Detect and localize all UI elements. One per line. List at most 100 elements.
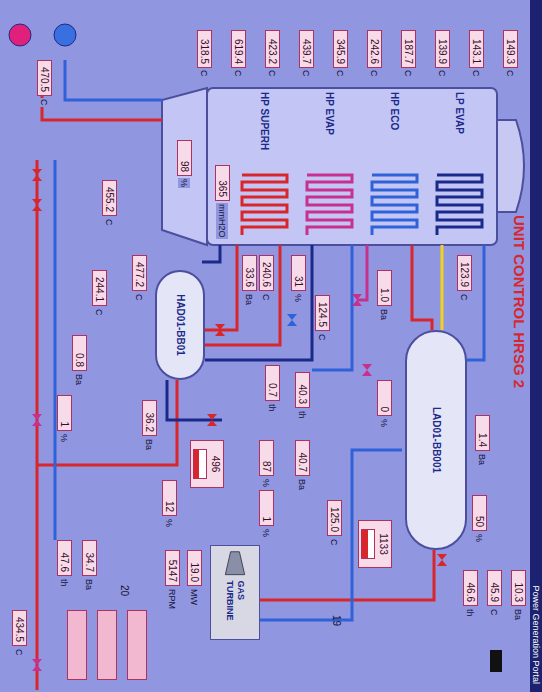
reading-value: 98 [177,140,192,176]
valve-icon[interactable] [352,294,362,306]
pipe [54,160,57,540]
header-app: Power Generation Portal [530,585,542,684]
reading: 47.6th [57,540,72,588]
valve-icon[interactable] [287,314,297,326]
reading-value: 124.5 [315,295,330,331]
reading-value: 46.6 [463,570,478,606]
gas-temp: 619.4C [231,30,246,77]
pipe [42,60,162,120]
reading-value: 455.2 [102,180,117,216]
reading: 477.2C [132,255,147,302]
valve-icon[interactable] [215,324,225,336]
reading-unit: % [59,433,71,443]
reading-unit: C [39,98,51,107]
reading-unit: % [379,418,391,428]
valve-icon[interactable] [32,199,42,211]
reading-value: 10.3 [511,570,526,606]
reading: 470.5 C [37,60,52,107]
valve-icon[interactable] [32,414,42,426]
reading-value: 434.5 [12,610,27,646]
reading: 36.2Ba [142,400,157,451]
valve-icon[interactable] [32,659,42,671]
pipe [65,60,162,100]
reading-unit: th [267,403,279,413]
valve-icon[interactable] [437,554,447,566]
pipe [260,450,402,620]
reading-value: 365 [215,165,230,201]
pipe [412,245,432,330]
reading-value: 87 [259,440,274,476]
reading-value: 5147 [165,550,180,586]
reading: 123.9 C [457,255,472,302]
reading-unit: % [474,533,486,543]
pipe [441,245,444,330]
reading-unit: Ba [379,308,391,321]
reading: 365 mmH2O [215,165,230,239]
reading-value: 31 [291,255,306,291]
reading-value: 0.7 [265,365,280,401]
reading: 1% [57,395,72,443]
duct [207,88,497,245]
reading-unit: C [317,333,329,342]
gas-temp: 139.9C [435,30,450,77]
reading: 0% [377,380,392,428]
reading-unit: C [329,538,341,547]
reading-unit: % [164,518,176,528]
reading-value: 244.1 [92,270,107,306]
valve-icon[interactable] [32,169,42,181]
reading-value: 45.9 [487,570,502,606]
reading-unit: % [179,178,191,188]
reading: 1.0 Ba [377,270,392,321]
reading-value: 40.7 [295,440,310,476]
coil-icon [242,175,287,235]
reading-unit: mmH2O [217,203,229,239]
valve-icon[interactable] [207,414,217,426]
reading-unit: C [104,218,116,227]
drum[interactable]: LAD01-BB001 [405,330,467,550]
reading-unit: Ba [513,608,525,621]
reading-unit: Ba [297,478,309,491]
reading-unit: MW [189,588,201,606]
duct-inlet [162,88,207,245]
gas-temp: 187.7C [401,30,416,77]
reading-value: 1.0 [377,270,392,306]
reading-value: 470.5 [37,60,52,96]
reading-unit: th [297,410,309,420]
screen: Power Generation PortalUNIT CONTROL HRSG… [0,0,542,692]
reading-value: 123.9 [457,255,472,291]
reading: 12% [162,480,177,528]
reading-value: 50 [472,495,487,531]
marker: 20 [118,585,130,596]
reading: 240.6C [259,255,274,302]
pipe [205,245,280,345]
reading-value: 0 [377,380,392,416]
gas-temp: 345.9C [333,30,348,77]
reading: 40.7 Ba [295,440,310,491]
gas-temp: 439.7C [299,30,314,77]
drum[interactable]: HAD01-BB01 [155,270,205,380]
gas-temp: 143.1C [469,30,484,77]
reading-unit: % [261,478,273,488]
reading-unit: % [293,293,305,303]
valve-icon[interactable] [362,364,372,376]
reading-value: 0.8 [72,335,87,371]
reading-unit: C [14,648,26,657]
gas-temp: 242.6C [367,30,382,77]
reading-unit: C [459,293,471,302]
reading: 50% [472,495,487,543]
reading: 98% [177,140,192,188]
reading: 0.7 th [265,365,280,413]
reading-unit: RPM [167,588,179,610]
pipe [202,245,220,262]
reading-value: 12 [162,480,177,516]
gas-turbine[interactable]: GAS TURBINE [210,545,260,640]
reading-value: 40.3 [295,372,310,408]
reading-unit: Ba [244,293,256,306]
pipe [312,245,352,370]
reading-value: 33.6 [242,255,257,291]
gas-temp: 149.3C [503,30,518,77]
marker: 19 [330,615,342,626]
reading-value: 1 [259,490,274,526]
gas-temperatures: 149.3C 143.1C 139.9C 187.7C 242.6C 345.9C 439.… [197,30,518,77]
reading: 5147 RPM [165,550,180,610]
